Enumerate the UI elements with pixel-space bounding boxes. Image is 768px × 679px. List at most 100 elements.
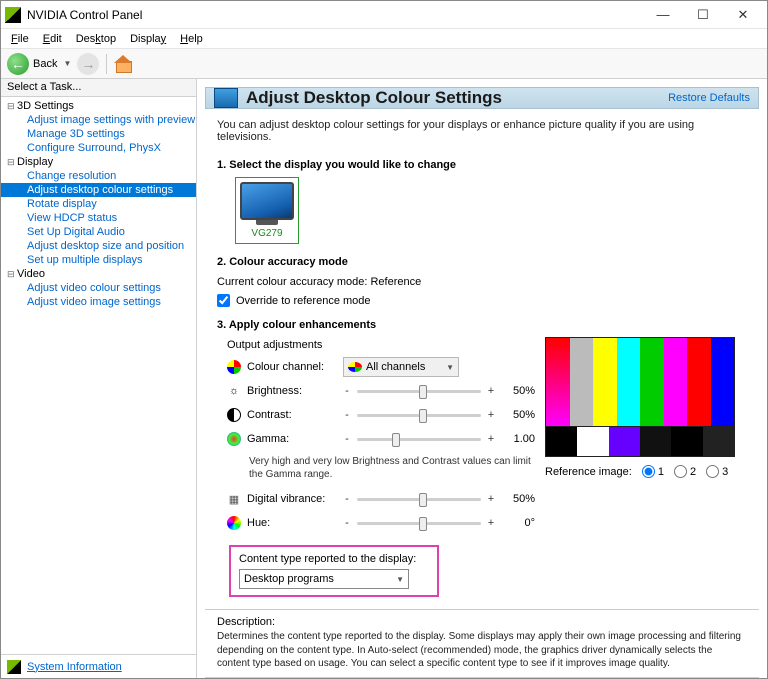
hue-slider[interactable] — [357, 522, 481, 525]
back-label: Back — [33, 58, 57, 70]
description-text: Determines the content type reported to … — [217, 630, 747, 671]
plus-icon: + — [487, 409, 495, 421]
override-checkbox[interactable] — [217, 294, 230, 307]
monitor-label: VG279 — [251, 228, 282, 239]
tree-item[interactable]: Configure Surround, PhysX — [1, 141, 196, 155]
sidebar: Select a Task... 3D Settings Adjust imag… — [1, 79, 197, 678]
brightness-icon — [227, 384, 241, 398]
tree-item[interactable]: Manage 3D settings — [1, 127, 196, 141]
nvidia-logo-icon — [7, 660, 21, 674]
minus-icon: - — [343, 493, 351, 505]
color-bars2-icon — [545, 427, 735, 457]
menubar: File Edit Desktop Display Help — [1, 29, 767, 49]
system-information-link[interactable]: System Information — [27, 661, 122, 673]
chevron-down-icon: ▼ — [446, 363, 454, 372]
tree-cat-3d[interactable]: 3D Settings — [1, 99, 196, 113]
menu-desktop[interactable]: Desktop — [70, 32, 122, 46]
maximize-button[interactable]: ☐ — [683, 3, 723, 27]
system-info-bar: System Information — [1, 654, 196, 678]
section2-heading: 2. Colour accuracy mode — [217, 256, 747, 268]
monitor-thumbnail-icon — [240, 182, 294, 220]
description-panel: Description: Determines the content type… — [205, 609, 759, 677]
reference-image-panel: Reference image: 1 2 3 — [545, 337, 735, 478]
brightness-label: Brightness: — [247, 385, 337, 397]
sidebar-header: Select a Task... — [1, 79, 196, 97]
titlebar: NVIDIA Control Panel — ☐ ✕ — [1, 1, 767, 29]
footer: Apply Cancel — [205, 677, 759, 679]
section1-heading: 1. Select the display you would like to … — [217, 159, 747, 171]
vibrance-slider[interactable] — [357, 498, 481, 501]
back-button[interactable]: ← — [7, 53, 29, 75]
tree-item[interactable]: Set Up Digital Audio — [1, 225, 196, 239]
chevron-down-icon: ▼ — [396, 575, 404, 584]
minus-icon: - — [343, 385, 351, 397]
home-icon[interactable] — [114, 55, 132, 73]
tree-item-selected[interactable]: Adjust desktop colour settings — [1, 183, 196, 197]
description-heading: Description: — [217, 616, 747, 628]
tree-item[interactable]: Adjust image settings with preview — [1, 113, 196, 127]
channel-dropdown[interactable]: All channels ▼ — [343, 357, 459, 377]
refimg-label: Reference image: — [545, 466, 632, 478]
gamma-value: 1.00 — [501, 433, 535, 445]
minus-icon: - — [343, 517, 351, 529]
brightness-value: 50% — [501, 385, 535, 397]
refimg-1[interactable]: 1 — [642, 465, 664, 478]
intro-text: You can adjust desktop colour settings f… — [205, 109, 759, 153]
minimize-button[interactable]: — — [643, 3, 683, 27]
toolbar-separator — [106, 54, 107, 74]
section3-heading: 3. Apply colour enhancements — [217, 319, 747, 331]
gamma-label: Gamma: — [247, 433, 337, 445]
tree-item[interactable]: Adjust video image settings — [1, 295, 196, 309]
gamma-slider[interactable] — [357, 438, 481, 441]
display-selector[interactable]: VG279 — [235, 177, 299, 244]
close-button[interactable]: ✕ — [723, 3, 763, 27]
channel-label: Colour channel: — [247, 361, 337, 373]
contrast-icon — [227, 408, 241, 422]
vibrance-icon — [227, 492, 241, 506]
tree-cat-video[interactable]: Video — [1, 267, 196, 281]
tree-item[interactable]: Adjust video colour settings — [1, 281, 196, 295]
apply-button[interactable]: Apply — [593, 678, 667, 679]
gamma-icon — [227, 432, 241, 446]
monitor-icon — [214, 88, 238, 108]
brightness-slider[interactable] — [357, 390, 481, 393]
rgb-icon — [227, 360, 241, 374]
content-type-dropdown[interactable]: Desktop programs ▼ — [239, 569, 409, 589]
tree-item[interactable]: Rotate display — [1, 197, 196, 211]
back-dropdown-icon[interactable]: ▼ — [61, 59, 73, 68]
menu-display[interactable]: Display — [124, 32, 172, 46]
menu-edit[interactable]: Edit — [37, 32, 68, 46]
refimg-2[interactable]: 2 — [674, 465, 696, 478]
color-bars-icon — [545, 337, 735, 427]
plus-icon: + — [487, 493, 495, 505]
tree-item[interactable]: View HDCP status — [1, 211, 196, 225]
refimg-3[interactable]: 3 — [706, 465, 728, 478]
override-label: Override to reference mode — [236, 295, 371, 307]
output-adjust-label: Output adjustments — [227, 337, 535, 355]
forward-button[interactable]: → — [77, 53, 99, 75]
tree-item[interactable]: Change resolution — [1, 169, 196, 183]
hue-icon — [227, 516, 241, 530]
tree-cat-display[interactable]: Display — [1, 155, 196, 169]
override-checkbox-row[interactable]: Override to reference mode — [217, 294, 747, 307]
page-header: Adjust Desktop Colour Settings Restore D… — [205, 87, 759, 109]
content-type-value: Desktop programs — [244, 573, 334, 585]
tree-item[interactable]: Adjust desktop size and position — [1, 239, 196, 253]
task-tree: 3D Settings Adjust image settings with p… — [1, 97, 196, 654]
vibrance-value: 50% — [501, 493, 535, 505]
minus-icon: - — [343, 433, 351, 445]
contrast-slider[interactable] — [357, 414, 481, 417]
vibrance-label: Digital vibrance: — [247, 493, 337, 505]
nvidia-logo-icon — [5, 7, 21, 23]
menu-help[interactable]: Help — [174, 32, 209, 46]
menu-file[interactable]: File — [5, 32, 35, 46]
content-type-group: Content type reported to the display: De… — [229, 545, 439, 597]
restore-defaults-link[interactable]: Restore Defaults — [668, 92, 750, 104]
tree-item[interactable]: Set up multiple displays — [1, 253, 196, 267]
main-panel: Adjust Desktop Colour Settings Restore D… — [197, 79, 767, 678]
plus-icon: + — [487, 433, 495, 445]
cancel-button[interactable]: Cancel — [675, 678, 749, 679]
contrast-label: Contrast: — [247, 409, 337, 421]
rgb-icon — [348, 362, 362, 372]
plus-icon: + — [487, 517, 495, 529]
